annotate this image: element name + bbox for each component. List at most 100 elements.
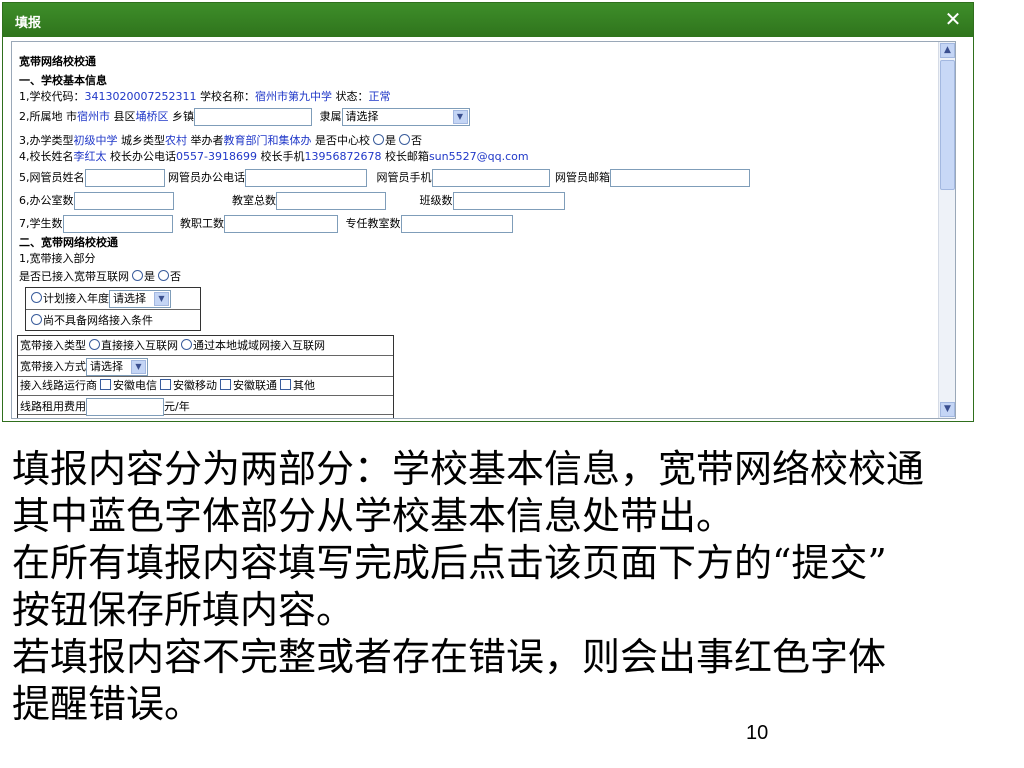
form-section-title: 宽带网络校校通 — [19, 55, 96, 68]
district-value: 埇桥区 — [135, 110, 169, 123]
urban-type-label: 城乡类型 — [121, 134, 165, 147]
dialog-titlebar: 填报 ✕ — [3, 3, 973, 37]
admin-email-input[interactable] — [610, 169, 750, 187]
access-box: 宽带接入类型 直接接入互联网 通过本地城域网接入互联网 宽带接入方式 请选择 ▼ 接入线… — [17, 335, 394, 418]
access-mode-select-value: 请选择 — [90, 360, 123, 373]
town-label: 乡镇 — [172, 110, 194, 123]
plan-label: 计划接入年度 — [43, 292, 109, 305]
rent-row: 线路租用费用 元/年 — [20, 398, 190, 416]
explain-line: 若填报内容不完整或者存在错误，则会出事红色字体 — [12, 635, 887, 679]
vertical-scrollbar[interactable]: ▲ ▼ — [938, 42, 955, 418]
close-icon[interactable]: ✕ — [941, 7, 965, 31]
row-students: 7,学生数 教职工数 专任教室数 — [19, 215, 513, 233]
classes-input[interactable] — [452, 192, 565, 210]
students-input[interactable] — [62, 215, 173, 233]
carrier-unicom-checkbox[interactable] — [220, 379, 231, 390]
admin-mobile-input[interactable] — [431, 169, 550, 187]
school-code-value: 3413020007252311 — [84, 90, 197, 103]
center-no-radio[interactable] — [399, 134, 410, 145]
explain-line: 提醒错误。 — [12, 682, 203, 726]
admin-name-label: 5,网管员姓名 — [19, 171, 85, 184]
town-input[interactable] — [194, 108, 312, 126]
affiliation-label: 隶属 — [319, 110, 342, 123]
plan-year-select[interactable]: 请选择 ▼ — [109, 290, 171, 308]
part1-heading: 一、学校基本信息 — [19, 74, 107, 87]
school-name-label: 学校名称： — [199, 90, 255, 103]
mobile-label: 校长手机 — [260, 150, 305, 163]
email-label: 校长邮箱 — [384, 150, 429, 163]
row-connected: 是否已接入宽带互联网 是 否 — [19, 269, 181, 285]
location-label: 2,所属地 市 — [19, 110, 77, 123]
plan-year-select-value: 请选择 — [113, 292, 146, 305]
office-phone-value: 0557-3918699 — [176, 150, 257, 163]
row-principal: 4,校长姓名李红太 校长办公电话0557-3918699 校长手机1395687… — [19, 149, 529, 165]
explanation-text: 填报内容分为两部分：学校基本信息，宽带网络校校通 其中蓝色字体部分从学校基本信息… — [12, 446, 1012, 728]
scroll-thumb[interactable] — [940, 60, 955, 190]
page-number: 10 — [746, 722, 769, 744]
access-direct-radio[interactable] — [89, 339, 100, 350]
center-no-label: 否 — [411, 134, 422, 147]
connected-label: 是否已接入宽带互联网 — [19, 270, 129, 283]
rent-input[interactable] — [86, 398, 164, 416]
carrier-telecom-label: 安徽电信 — [113, 379, 157, 392]
plan-box-divider — [26, 309, 200, 310]
part2-heading: 二、宽带网络校校通 — [19, 236, 118, 249]
carrier-row: 接入线路运行商 安徽电信 安徽移动 安徽联通 其他 — [20, 378, 315, 394]
row-location: 2,所属地 市宿州市 县区埇桥区 乡镇 隶属 请选择 ▼ — [19, 108, 470, 126]
plan-radio[interactable] — [31, 292, 42, 303]
connected-yes-radio[interactable] — [132, 270, 143, 281]
affiliation-select-value: 请选择 — [345, 110, 379, 123]
explain-line: 填报内容分为两部分：学校基本信息，宽带网络校校通 — [12, 447, 925, 491]
scroll-up-icon[interactable]: ▲ — [940, 43, 955, 58]
carrier-label: 接入线路运行商 — [20, 379, 97, 392]
connected-yes-label: 是 — [144, 270, 155, 283]
admin-name-input[interactable] — [84, 169, 165, 187]
row-network-admin: 5,网管员姓名 网管员办公电话 网管员手机 网管员邮箱 — [19, 169, 750, 187]
form-content: 宽带网络校校通 一、学校基本信息 1,学校代码：3413020007252311… — [11, 41, 956, 419]
staff-input[interactable] — [224, 215, 338, 233]
organizer-value: 教育部门和集体办 — [223, 134, 312, 147]
affiliation-select[interactable]: 请选择 ▼ — [341, 108, 470, 126]
explain-line: 其中蓝色字体部分从学校基本信息处带出。 — [12, 494, 735, 538]
center-yes-radio[interactable] — [373, 134, 384, 145]
office-phone-label: 校长办公电话 — [110, 150, 176, 163]
carrier-telecom-checkbox[interactable] — [100, 379, 111, 390]
school-type-label: 3,办学类型 — [19, 134, 74, 147]
dialog-title: 填报 — [15, 16, 42, 31]
dedicated-rooms-input[interactable] — [400, 215, 513, 233]
office-rooms-label: 6,办公室数 — [19, 194, 74, 207]
chevron-down-icon: ▼ — [452, 110, 468, 124]
scroll-down-icon[interactable]: ▼ — [940, 402, 955, 417]
carrier-mobile-checkbox[interactable] — [160, 379, 171, 390]
admin-mobile-label: 网管员手机 — [376, 171, 432, 184]
staff-label: 教职工数 — [180, 217, 224, 230]
access-direct-label: 直接接入互联网 — [101, 339, 178, 352]
carrier-mobile-label: 安徽移动 — [173, 379, 217, 392]
explain-line: 在所有填报内容填写完成后点击该页面下方的“提交” — [12, 541, 887, 585]
connected-no-radio[interactable] — [158, 270, 169, 281]
rent-label: 线路租用费用 — [20, 400, 86, 413]
chevron-down-icon: ▼ — [154, 292, 169, 306]
plan-box: 计划接入年度 请选择 ▼ 尚不具备网络接入条件 — [25, 287, 201, 331]
classrooms-input[interactable] — [276, 192, 386, 210]
access-mode-select[interactable]: 请选择 ▼ — [86, 358, 148, 376]
school-name-value: 宿州市第九中学 — [254, 90, 332, 103]
access-local-radio[interactable] — [181, 339, 192, 350]
plan-row: 计划接入年度 请选择 ▼ — [28, 290, 171, 308]
mobile-value: 13956872678 — [304, 150, 382, 163]
office-rooms-input[interactable] — [73, 192, 174, 210]
classrooms-label: 教室总数 — [232, 194, 276, 207]
carrier-other-checkbox[interactable] — [280, 379, 291, 390]
row-school-type: 3,办学类型初级中学 城乡类型农村 举办者教育部门和集体办 是否中心校 是 否 — [19, 133, 422, 149]
school-type-value: 初级中学 — [73, 134, 118, 147]
no-condition-label: 尚不具备网络接入条件 — [43, 314, 153, 327]
chevron-down-icon: ▼ — [131, 360, 146, 374]
district-label: 县区 — [113, 110, 136, 123]
access-type-label: 宽带接入类型 — [20, 339, 86, 352]
center-school-label: 是否中心校 — [315, 134, 370, 147]
broadband-sub-heading: 1,宽带接入部分 — [19, 252, 96, 265]
admin-office-input[interactable] — [245, 169, 367, 187]
students-label: 7,学生数 — [19, 217, 63, 230]
no-condition-radio[interactable] — [31, 314, 42, 325]
access-mode-row: 宽带接入方式 请选择 ▼ — [20, 358, 148, 376]
